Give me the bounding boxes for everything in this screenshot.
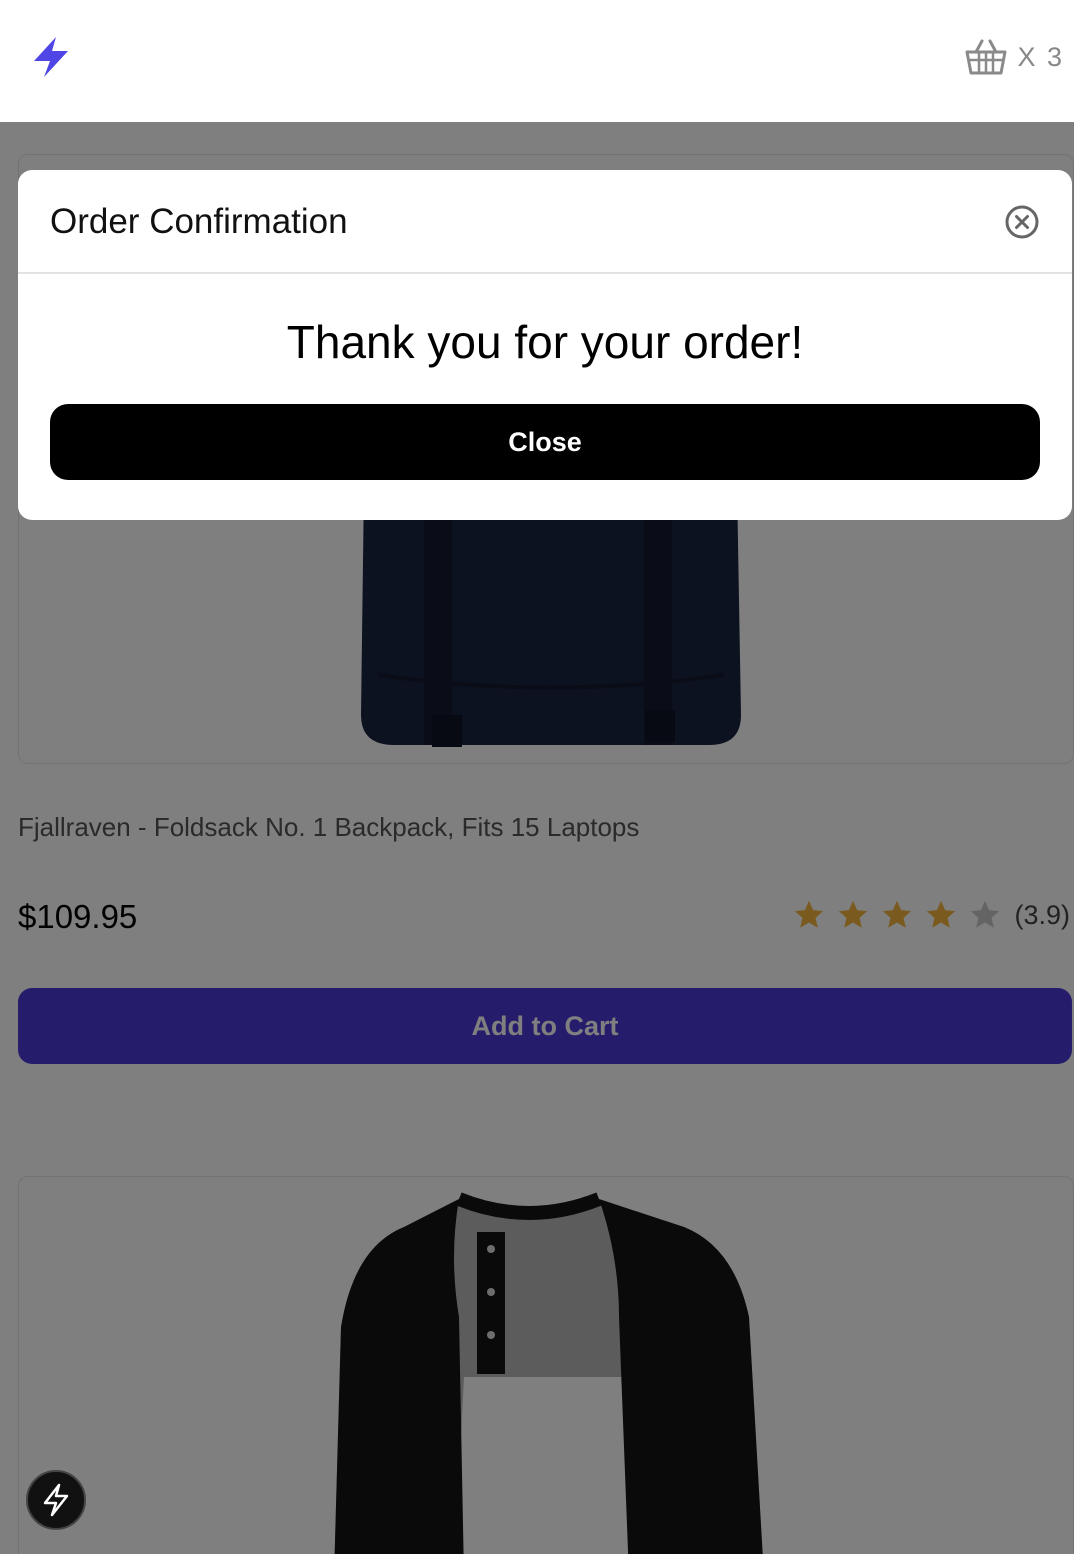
app-header: X 3 (0, 0, 1074, 122)
close-button[interactable]: Close (50, 404, 1040, 480)
modal-message: Thank you for your order! (286, 316, 804, 368)
bolt-icon[interactable] (30, 35, 72, 79)
close-circle-icon[interactable] (1004, 204, 1040, 240)
cart-button[interactable]: X 3 (963, 36, 1064, 78)
basket-icon (965, 39, 1007, 75)
modal-header: Order Confirmation (18, 170, 1072, 274)
order-confirmation-dialog: Order Confirmation Thank you for your or… (18, 170, 1072, 520)
cart-count: X 3 (1017, 41, 1064, 72)
bolt-icon (43, 1483, 69, 1517)
floating-action-button[interactable] (26, 1470, 86, 1530)
modal-title: Order Confirmation (50, 202, 348, 241)
